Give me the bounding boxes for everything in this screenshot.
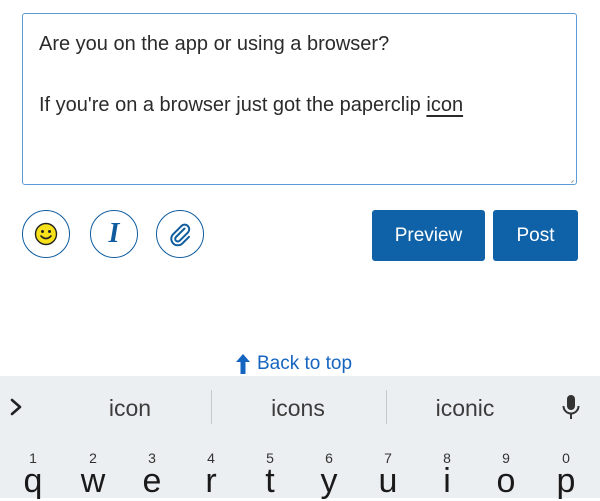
resize-handle[interactable] bbox=[570, 178, 574, 182]
key-y[interactable]: 6y bbox=[299, 438, 359, 500]
key-r[interactable]: 4r bbox=[181, 438, 241, 500]
attach-button[interactable] bbox=[156, 210, 204, 258]
arrow-up-icon bbox=[236, 354, 250, 374]
suggestion-3[interactable]: iconic bbox=[405, 395, 525, 422]
suggestion-1[interactable]: icon bbox=[70, 395, 190, 422]
key-letter: p bbox=[556, 462, 576, 500]
key-t[interactable]: 5t bbox=[240, 438, 300, 500]
reply-text-line-1: Are you on the app or using a browser? bbox=[39, 33, 390, 55]
italic-icon: I bbox=[108, 218, 120, 249]
back-to-top-link[interactable]: Back to top bbox=[234, 352, 352, 376]
key-letter: e bbox=[142, 462, 162, 500]
microphone-icon[interactable] bbox=[559, 393, 583, 421]
reply-text-line-2: If you're on a browser just got the pape… bbox=[39, 94, 463, 117]
reply-text-line-2-main: If you're on a browser just got the pape… bbox=[39, 94, 427, 116]
key-i[interactable]: 8i bbox=[417, 438, 477, 500]
key-letter: q bbox=[23, 462, 43, 500]
spellcheck-word[interactable]: icon bbox=[426, 94, 463, 116]
key-letter: u bbox=[378, 462, 398, 500]
suggestion-divider bbox=[386, 390, 387, 424]
keyboard-suggestion-strip: icon icons iconic bbox=[0, 376, 600, 438]
back-to-top-label: Back to top bbox=[257, 353, 353, 374]
key-w[interactable]: 2w bbox=[63, 438, 123, 500]
key-o[interactable]: 9o bbox=[476, 438, 536, 500]
key-letter: r bbox=[205, 462, 217, 500]
emoji-button[interactable] bbox=[22, 210, 70, 258]
key-q[interactable]: 1q bbox=[3, 438, 63, 500]
key-u[interactable]: 7u bbox=[358, 438, 418, 500]
key-letter: y bbox=[320, 462, 338, 500]
preview-button[interactable]: Preview bbox=[372, 210, 485, 261]
key-letter: w bbox=[80, 462, 106, 500]
smiley-icon bbox=[34, 222, 58, 246]
keyboard-key-row: 1q 2w 3e 4r 5t 6y 7u 8i 9o 0p bbox=[0, 438, 600, 500]
paperclip-icon bbox=[170, 223, 191, 247]
suggestion-2[interactable]: icons bbox=[238, 395, 358, 422]
chevron-right-icon[interactable] bbox=[6, 396, 26, 418]
post-button[interactable]: Post bbox=[493, 210, 578, 261]
suggestion-divider bbox=[211, 390, 212, 424]
key-letter: o bbox=[496, 462, 516, 500]
key-letter: t bbox=[265, 462, 275, 500]
italic-button[interactable]: I bbox=[90, 210, 138, 258]
reply-textarea[interactable]: Are you on the app or using a browser? I… bbox=[22, 13, 577, 185]
key-e[interactable]: 3e bbox=[122, 438, 182, 500]
key-p[interactable]: 0p bbox=[536, 438, 596, 500]
key-letter: i bbox=[443, 462, 451, 500]
